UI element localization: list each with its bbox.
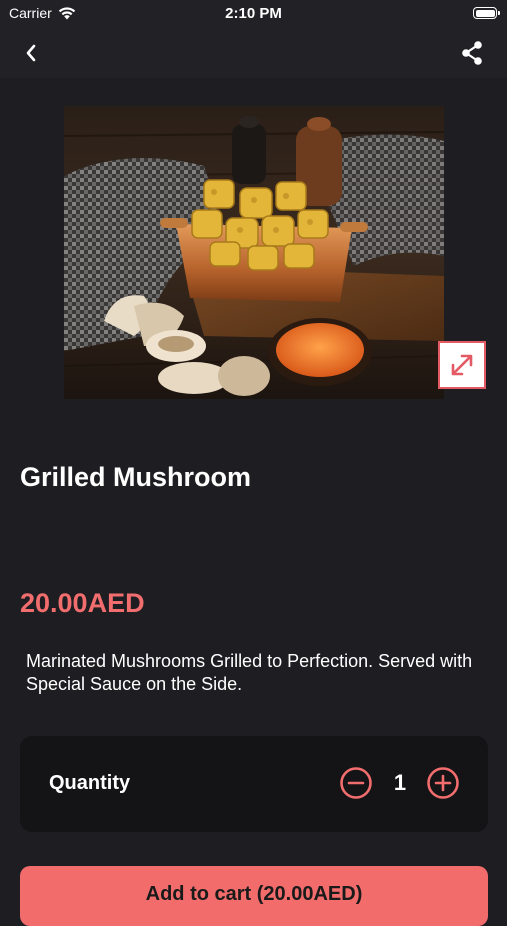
add-to-cart-button[interactable]: Add to cart (20.00AED) xyxy=(20,866,488,926)
quantity-value: 1 xyxy=(393,770,407,795)
grilled-mushroom-photo xyxy=(64,106,444,399)
expand-icon xyxy=(451,354,473,376)
share-icon xyxy=(462,41,482,65)
battery-icon xyxy=(473,7,500,19)
nav-bar xyxy=(0,28,507,78)
status-time: 2:10 PM xyxy=(225,5,282,22)
product-image xyxy=(64,106,444,399)
product-description: Marinated Mushrooms Grilled to Perfectio… xyxy=(26,651,473,694)
increase-quantity-button[interactable] xyxy=(426,766,460,800)
quantity-label: Quantity xyxy=(49,772,131,794)
chevron-left-icon xyxy=(26,44,36,62)
product-title: Grilled Mushroom xyxy=(20,462,252,492)
share-button[interactable] xyxy=(457,38,487,68)
status-bar: Carrier 2:10 PM xyxy=(0,0,507,28)
decrease-quantity-button[interactable] xyxy=(339,766,373,800)
back-button[interactable] xyxy=(18,40,44,66)
quantity-card: Quantity 1 xyxy=(20,736,488,832)
expand-image-button[interactable] xyxy=(438,341,486,389)
minus-circle-icon xyxy=(340,767,372,799)
product-price: 20.00AED xyxy=(20,588,145,618)
plus-circle-icon xyxy=(427,767,459,799)
